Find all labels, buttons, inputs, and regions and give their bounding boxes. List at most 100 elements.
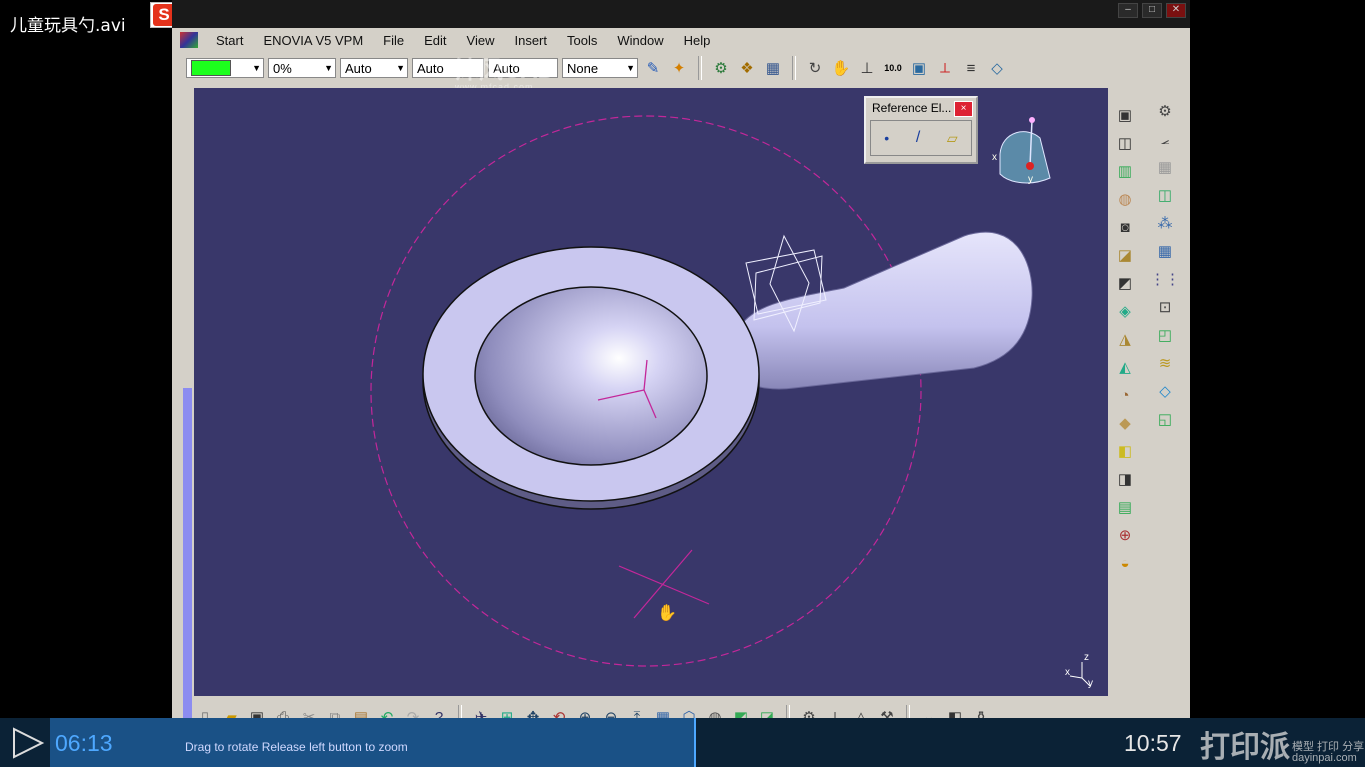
menu-start[interactable]: Start bbox=[206, 33, 253, 48]
menu-enovia[interactable]: ENOVIA V5 VPM bbox=[253, 33, 373, 48]
axis-system-icon[interactable]: ⊥ bbox=[856, 57, 878, 79]
axis-y-label: y bbox=[1088, 678, 1093, 689]
tree-icon[interactable]: ▦ bbox=[762, 57, 784, 79]
point-icon[interactable]: • bbox=[884, 130, 889, 146]
layer-none-select[interactable]: None ▼ bbox=[562, 58, 638, 78]
toolbar-separator bbox=[792, 56, 796, 80]
reference-elements-palette[interactable]: Reference El... × • / ▱ bbox=[864, 96, 978, 164]
spoon-model[interactable]: ✋ bbox=[194, 88, 1108, 696]
maximize-button[interactable]: □ bbox=[1142, 3, 1162, 18]
color-swatch bbox=[191, 60, 231, 76]
list-icon[interactable]: ≡ bbox=[960, 57, 982, 79]
spoon-bowl bbox=[474, 286, 708, 466]
seek-handle[interactable] bbox=[694, 718, 696, 767]
transparency-select[interactable]: 0% ▼ bbox=[268, 58, 336, 78]
painter-icon[interactable]: ✎ bbox=[642, 57, 664, 79]
rib-icon[interactable]: ◪ bbox=[1114, 244, 1136, 266]
graphic-properties-icon[interactable]: ✦ bbox=[668, 57, 690, 79]
chevron-down-icon: ▼ bbox=[626, 63, 635, 73]
palette-header[interactable]: Reference El... × bbox=[866, 98, 976, 118]
pattern-icon[interactable]: ⁂ bbox=[1154, 212, 1176, 234]
color-select[interactable]: ▼ bbox=[186, 58, 264, 78]
palette-close-button[interactable]: × bbox=[954, 101, 973, 117]
thickness-icon[interactable]: ▤ bbox=[1114, 496, 1136, 518]
palette-title: Reference El... bbox=[872, 101, 952, 115]
menu-insert[interactable]: Insert bbox=[504, 33, 557, 48]
tool-column-right: ⚙ ⦟ ▦ ◫ ⁂ ▦ ⋮⋮ ⊡ ◰ ≋ ◇ ◱ bbox=[1150, 100, 1180, 430]
surface-icon[interactable]: ≋ bbox=[1154, 352, 1176, 374]
gear-icon[interactable]: ⚙ bbox=[1154, 100, 1176, 122]
catalog-icon[interactable]: ⚙ bbox=[710, 57, 732, 79]
scaling-icon[interactable]: ⊡ bbox=[1154, 296, 1176, 318]
dayinpai-url: dayinpai.com bbox=[1292, 752, 1357, 764]
measure-icon[interactable]: ⟂ bbox=[934, 57, 956, 79]
target-icon[interactable]: ⊕ bbox=[1114, 524, 1136, 546]
multi-section-icon[interactable]: ◈ bbox=[1114, 300, 1136, 322]
scrollbar-thumb[interactable] bbox=[183, 388, 192, 767]
rect-pattern-icon[interactable]: ▦ bbox=[1154, 240, 1176, 262]
transform-icon[interactable]: ▦ bbox=[1154, 156, 1176, 178]
sketch-icon[interactable]: ▣ bbox=[1114, 104, 1136, 126]
tool-column-left: ▣ ◫ ▥ ◍ ◙ ◪ ◩ ◈ ◮ ◭ ◔ ◆ ◧ ◨ ▤ ⊕ ◒ bbox=[1114, 104, 1136, 574]
pad-icon[interactable]: ▥ bbox=[1114, 160, 1136, 182]
line-icon[interactable]: / bbox=[916, 129, 920, 147]
minimize-button[interactable]: – bbox=[1118, 3, 1138, 18]
palette-body: • / ▱ bbox=[870, 120, 972, 156]
spoon-handle bbox=[725, 231, 1033, 390]
chevron-down-icon: ▼ bbox=[252, 63, 261, 73]
thickness-value: Auto bbox=[417, 60, 444, 76]
slot-icon[interactable]: ◩ bbox=[1114, 272, 1136, 294]
mfcad-watermark: 沐风CAD www.mfcad.com bbox=[455, 50, 555, 92]
snap-icon[interactable]: ▣ bbox=[908, 57, 930, 79]
eraser-icon[interactable]: ◇ bbox=[986, 57, 1008, 79]
total-time: 10:57 bbox=[1124, 730, 1182, 756]
compass-y-label: y bbox=[1028, 174, 1033, 185]
axis-triad: z x y bbox=[1064, 652, 1098, 692]
add-body-icon[interactable]: ◰ bbox=[1154, 324, 1176, 346]
split-icon[interactable]: ◒ bbox=[1114, 552, 1136, 574]
chamfer-icon[interactable]: ◆ bbox=[1114, 412, 1136, 434]
positioned-sketch-icon[interactable]: ◫ bbox=[1114, 132, 1136, 154]
chevron-down-icon: ▼ bbox=[396, 63, 405, 73]
grid-pattern-icon[interactable]: ⋮⋮ bbox=[1150, 268, 1180, 290]
menu-window[interactable]: Window bbox=[607, 33, 673, 48]
stiffener-icon[interactable]: ◮ bbox=[1114, 328, 1136, 350]
mirror-icon[interactable]: ◫ bbox=[1154, 184, 1176, 206]
3d-viewport[interactable]: ✋ x y z x y bbox=[194, 88, 1108, 696]
shaft-icon[interactable]: ◍ bbox=[1114, 188, 1136, 210]
draft-icon[interactable]: ◧ bbox=[1114, 440, 1136, 462]
compass[interactable]: x y bbox=[992, 116, 1052, 188]
units-icon[interactable]: 10.0 bbox=[882, 57, 904, 79]
chevron-down-icon: ▼ bbox=[324, 63, 333, 73]
menu-view[interactable]: View bbox=[457, 33, 505, 48]
hole-icon[interactable]: ◙ bbox=[1114, 216, 1136, 238]
thick-surface-icon[interactable]: ◇ bbox=[1154, 380, 1176, 402]
screen: 儿童玩具勺.avi S 中 ☾ °, ⌨ ☺ 👕 🔧 – □ ✕ Start E… bbox=[0, 0, 1365, 767]
menu-help[interactable]: Help bbox=[674, 33, 721, 48]
menu-edit[interactable]: Edit bbox=[414, 33, 456, 48]
update-icon[interactable]: ↻ bbox=[804, 57, 826, 79]
solid-combine-icon[interactable]: ◭ bbox=[1114, 356, 1136, 378]
mfcad-watermark-text: 沐风CAD bbox=[455, 57, 555, 84]
constraint-icon[interactable]: ⦟ bbox=[1154, 128, 1176, 150]
close-button[interactable]: ✕ bbox=[1166, 3, 1186, 18]
catia-doc-icon[interactable] bbox=[180, 32, 198, 48]
hand-cursor-icon: ✋ bbox=[657, 603, 677, 622]
compass-x-label: x bbox=[992, 152, 997, 163]
transparency-value: 0% bbox=[273, 60, 292, 76]
dayinpai-watermark: 打印派 模型 打印 分享 dayinpai.com bbox=[1200, 722, 1364, 766]
fillet-icon[interactable]: ◔ bbox=[1114, 384, 1136, 406]
plane-icon[interactable]: ▱ bbox=[947, 130, 958, 147]
video-title: 儿童玩具勺.avi bbox=[10, 16, 126, 36]
vertical-scrollbar[interactable] bbox=[181, 88, 194, 767]
toolbar-separator bbox=[698, 56, 702, 80]
play-icon[interactable] bbox=[8, 726, 48, 760]
menu-file[interactable]: File bbox=[373, 33, 414, 48]
linetype-select[interactable]: Auto ▼ bbox=[340, 58, 408, 78]
axis-z-label: z bbox=[1084, 652, 1089, 663]
close-surface-icon[interactable]: ◱ bbox=[1154, 408, 1176, 430]
menu-tools[interactable]: Tools bbox=[557, 33, 607, 48]
hand-icon[interactable]: ✋ bbox=[830, 57, 852, 79]
shell-icon[interactable]: ◨ bbox=[1114, 468, 1136, 490]
apply-material-icon[interactable]: ❖ bbox=[736, 57, 758, 79]
